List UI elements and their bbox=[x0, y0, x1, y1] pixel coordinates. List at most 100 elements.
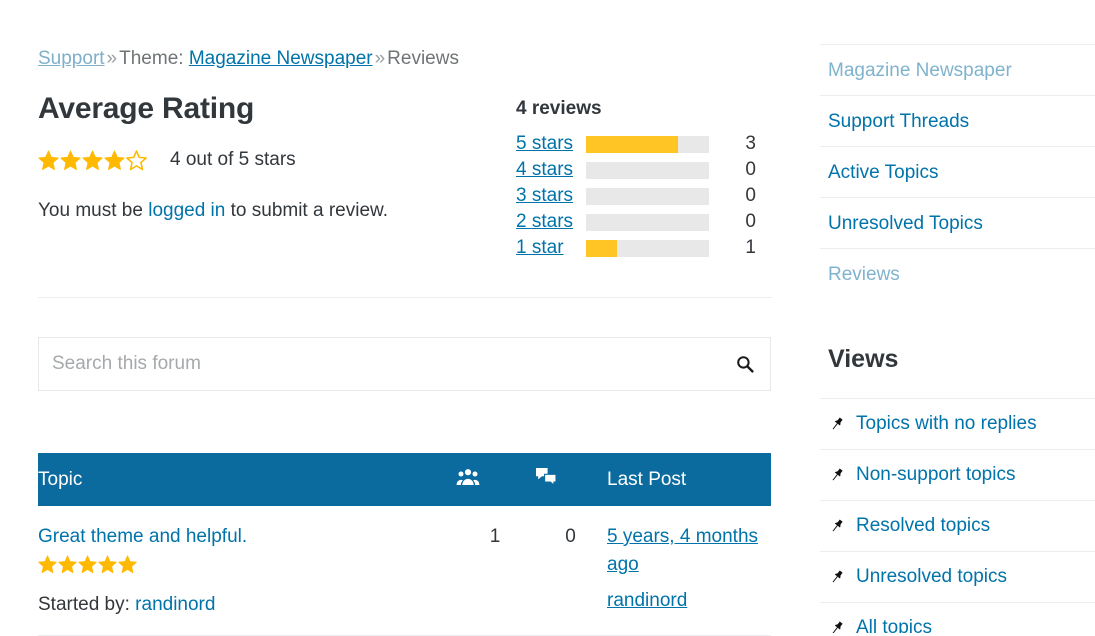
rating-bar-label[interactable]: 4 stars bbox=[516, 157, 586, 183]
star-filled-icon bbox=[82, 150, 103, 171]
breadcrumb-theme-link[interactable]: Magazine Newspaper bbox=[189, 48, 373, 69]
view-item-label[interactable]: Resolved topics bbox=[856, 515, 990, 537]
pin-icon bbox=[828, 619, 846, 633]
star-empty-icon bbox=[126, 149, 147, 171]
sidebar-item-label[interactable]: Unresolved Topics bbox=[828, 213, 983, 234]
star-filled-icon bbox=[104, 150, 125, 171]
rating-bar-count: 0 bbox=[745, 211, 756, 232]
sidebar-top-spacer bbox=[820, 0, 1095, 44]
rating-bar-label[interactable]: 2 stars bbox=[516, 209, 586, 235]
star-filled-icon bbox=[98, 555, 117, 574]
rating-bar-label[interactable]: 5 stars bbox=[516, 131, 586, 157]
rating-bar-label[interactable]: 1 star bbox=[516, 235, 586, 261]
views-list: Topics with no replies Non-support topics… bbox=[820, 398, 1095, 633]
rating-bar-fill bbox=[586, 239, 617, 257]
sidebar-item-active-topics[interactable]: Active Topics bbox=[820, 146, 1095, 197]
rating-bar-label[interactable]: 3 stars bbox=[516, 183, 586, 209]
breadcrumb-separator-1: » bbox=[106, 48, 118, 69]
rating-bar-count: 1 bbox=[745, 237, 756, 258]
replies-glyph bbox=[536, 467, 557, 486]
rating-bar-count: 0 bbox=[745, 159, 756, 180]
breadcrumb-current: Reviews bbox=[387, 48, 459, 69]
rating-breakdown: 4 reviews 5 stars 3 4 stars 0 3 stars 0 2 star… bbox=[516, 97, 772, 261]
star-filled-icon bbox=[118, 555, 137, 574]
login-notice-suffix: to submit a review. bbox=[225, 200, 388, 221]
rating-bar-count: 3 bbox=[745, 133, 756, 154]
sidebar-item-label[interactable]: Magazine Newspaper bbox=[828, 60, 1012, 81]
view-item-label[interactable]: Non-support topics bbox=[856, 464, 1015, 486]
rating-bar-row: 4 stars 0 bbox=[516, 157, 772, 183]
rating-bar-row: 5 stars 3 bbox=[516, 131, 772, 157]
pin-icon bbox=[828, 517, 846, 535]
topic-title-link[interactable]: Great theme and helpful. bbox=[38, 523, 247, 551]
rating-bar-row: 3 stars 0 bbox=[516, 183, 772, 209]
rating-bar-track bbox=[586, 239, 709, 257]
last-post-author-link[interactable]: randinord bbox=[607, 587, 771, 615]
voices-icon bbox=[456, 468, 480, 491]
view-item-label[interactable]: All topics bbox=[856, 617, 932, 633]
view-item-topics-with-no-replies[interactable]: Topics with no replies bbox=[820, 398, 1095, 449]
main-content: Support» Theme: Magazine Newspaper» Review… bbox=[38, 0, 772, 636]
logged-in-link[interactable]: logged in bbox=[148, 200, 225, 221]
topics-table-body: Great theme and helpful. Started by: rand… bbox=[38, 506, 771, 636]
voices-glyph bbox=[456, 468, 480, 485]
sidebar-item-magazine-newspaper[interactable]: Magazine Newspaper bbox=[820, 44, 1095, 95]
star-filled-icon bbox=[60, 150, 81, 171]
star-filled-icon bbox=[78, 555, 97, 574]
table-row: Great theme and helpful. Started by: rand… bbox=[38, 506, 771, 636]
section-divider bbox=[38, 297, 772, 298]
search-glyph bbox=[737, 356, 754, 373]
column-header-last-post[interactable]: Last Post bbox=[607, 453, 771, 506]
topics-table: Topic Last Post Great theme and helpful.… bbox=[38, 453, 771, 636]
pin-icon bbox=[828, 415, 846, 433]
forum-search bbox=[38, 337, 771, 391]
last-post-time-link[interactable]: 5 years, 4 months ago bbox=[607, 523, 771, 579]
sidebar-item-label[interactable]: Active Topics bbox=[828, 162, 939, 183]
rating-bar-row: 2 stars 0 bbox=[516, 209, 772, 235]
rating-bar-track bbox=[586, 213, 709, 231]
rating-bar-fill bbox=[586, 135, 679, 153]
topic-started-by: Started by: randinord bbox=[38, 594, 216, 615]
topics-table-head: Topic Last Post bbox=[38, 453, 771, 506]
view-item-label[interactable]: Unresolved topics bbox=[856, 566, 1007, 588]
view-item-label[interactable]: Topics with no replies bbox=[856, 413, 1037, 435]
view-item-unresolved-topics[interactable]: Unresolved topics bbox=[820, 551, 1095, 602]
last-post-cell: 5 years, 4 months ago randinord bbox=[607, 506, 771, 636]
search-input[interactable] bbox=[39, 338, 770, 390]
reviews-count-heading: 4 reviews bbox=[516, 98, 602, 119]
column-header-posts[interactable] bbox=[534, 453, 607, 506]
view-item-resolved-topics[interactable]: Resolved topics bbox=[820, 500, 1095, 551]
reviews-page: Support» Theme: Magazine Newspaper» Review… bbox=[0, 0, 1095, 636]
replies-icon bbox=[534, 467, 558, 492]
sidebar-item-label[interactable]: Reviews bbox=[828, 264, 900, 285]
star-filled-icon bbox=[58, 555, 77, 574]
breadcrumb-support-link[interactable]: Support bbox=[38, 48, 105, 69]
table-header-row: Topic Last Post bbox=[38, 453, 771, 506]
sidebar-item-reviews[interactable]: Reviews bbox=[820, 248, 1095, 299]
view-item-all-topics[interactable]: All topics bbox=[820, 602, 1095, 633]
sidebar: Magazine Newspaper Support Threads Active … bbox=[820, 0, 1095, 633]
sidebar-item-label[interactable]: Support Threads bbox=[828, 111, 969, 132]
posts-count: 0 bbox=[534, 506, 607, 636]
column-header-topic[interactable]: Topic bbox=[38, 453, 456, 506]
sidebar-link-list: Magazine Newspaper Support Threads Active … bbox=[820, 44, 1095, 299]
average-star-rating bbox=[38, 149, 148, 171]
topic-author-link[interactable]: randinord bbox=[135, 594, 215, 615]
sidebar-item-support-threads[interactable]: Support Threads bbox=[820, 95, 1095, 146]
rating-bar-count: 0 bbox=[745, 185, 756, 206]
view-item-non-support-topics[interactable]: Non-support topics bbox=[820, 449, 1095, 500]
pin-icon bbox=[828, 466, 846, 484]
rating-summary-text: 4 out of 5 stars bbox=[170, 149, 296, 170]
rating-bar-track bbox=[586, 161, 709, 179]
search-icon[interactable] bbox=[730, 349, 760, 379]
rating-bar-track bbox=[586, 187, 709, 205]
sidebar-item-unresolved-topics[interactable]: Unresolved Topics bbox=[820, 197, 1095, 248]
login-notice-prefix: You must be bbox=[38, 200, 149, 221]
star-filled-icon bbox=[38, 555, 57, 574]
breadcrumb: Support» Theme: Magazine Newspaper» Review… bbox=[38, 0, 772, 73]
breadcrumb-theme-label: Theme: bbox=[119, 48, 184, 69]
rating-bar-list: 5 stars 3 4 stars 0 3 stars 0 2 stars 0 1 star 1 bbox=[516, 131, 772, 261]
voices-count: 1 bbox=[456, 506, 534, 636]
star-filled-icon bbox=[38, 150, 59, 171]
column-header-voices[interactable] bbox=[456, 453, 534, 506]
